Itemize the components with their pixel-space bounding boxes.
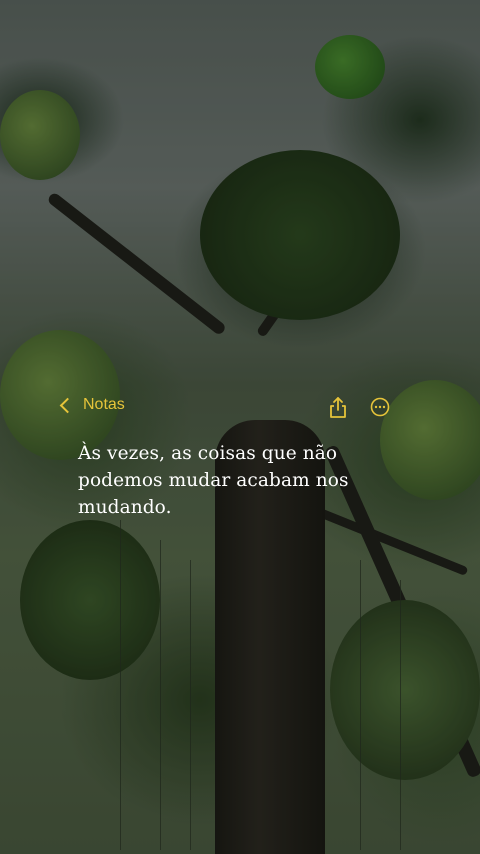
notes-toolbar: Notas	[0, 390, 480, 426]
dark-overlay	[0, 0, 480, 854]
back-button[interactable]: Notas	[59, 396, 125, 414]
more-options-icon[interactable]	[370, 397, 390, 417]
share-icon[interactable]	[328, 396, 348, 418]
note-body-text[interactable]: Às vezes, as coisas que não podemos muda…	[78, 440, 418, 521]
background-forest-photo	[0, 0, 480, 854]
back-label: Notas	[83, 396, 125, 413]
chevron-left-icon	[59, 397, 76, 413]
